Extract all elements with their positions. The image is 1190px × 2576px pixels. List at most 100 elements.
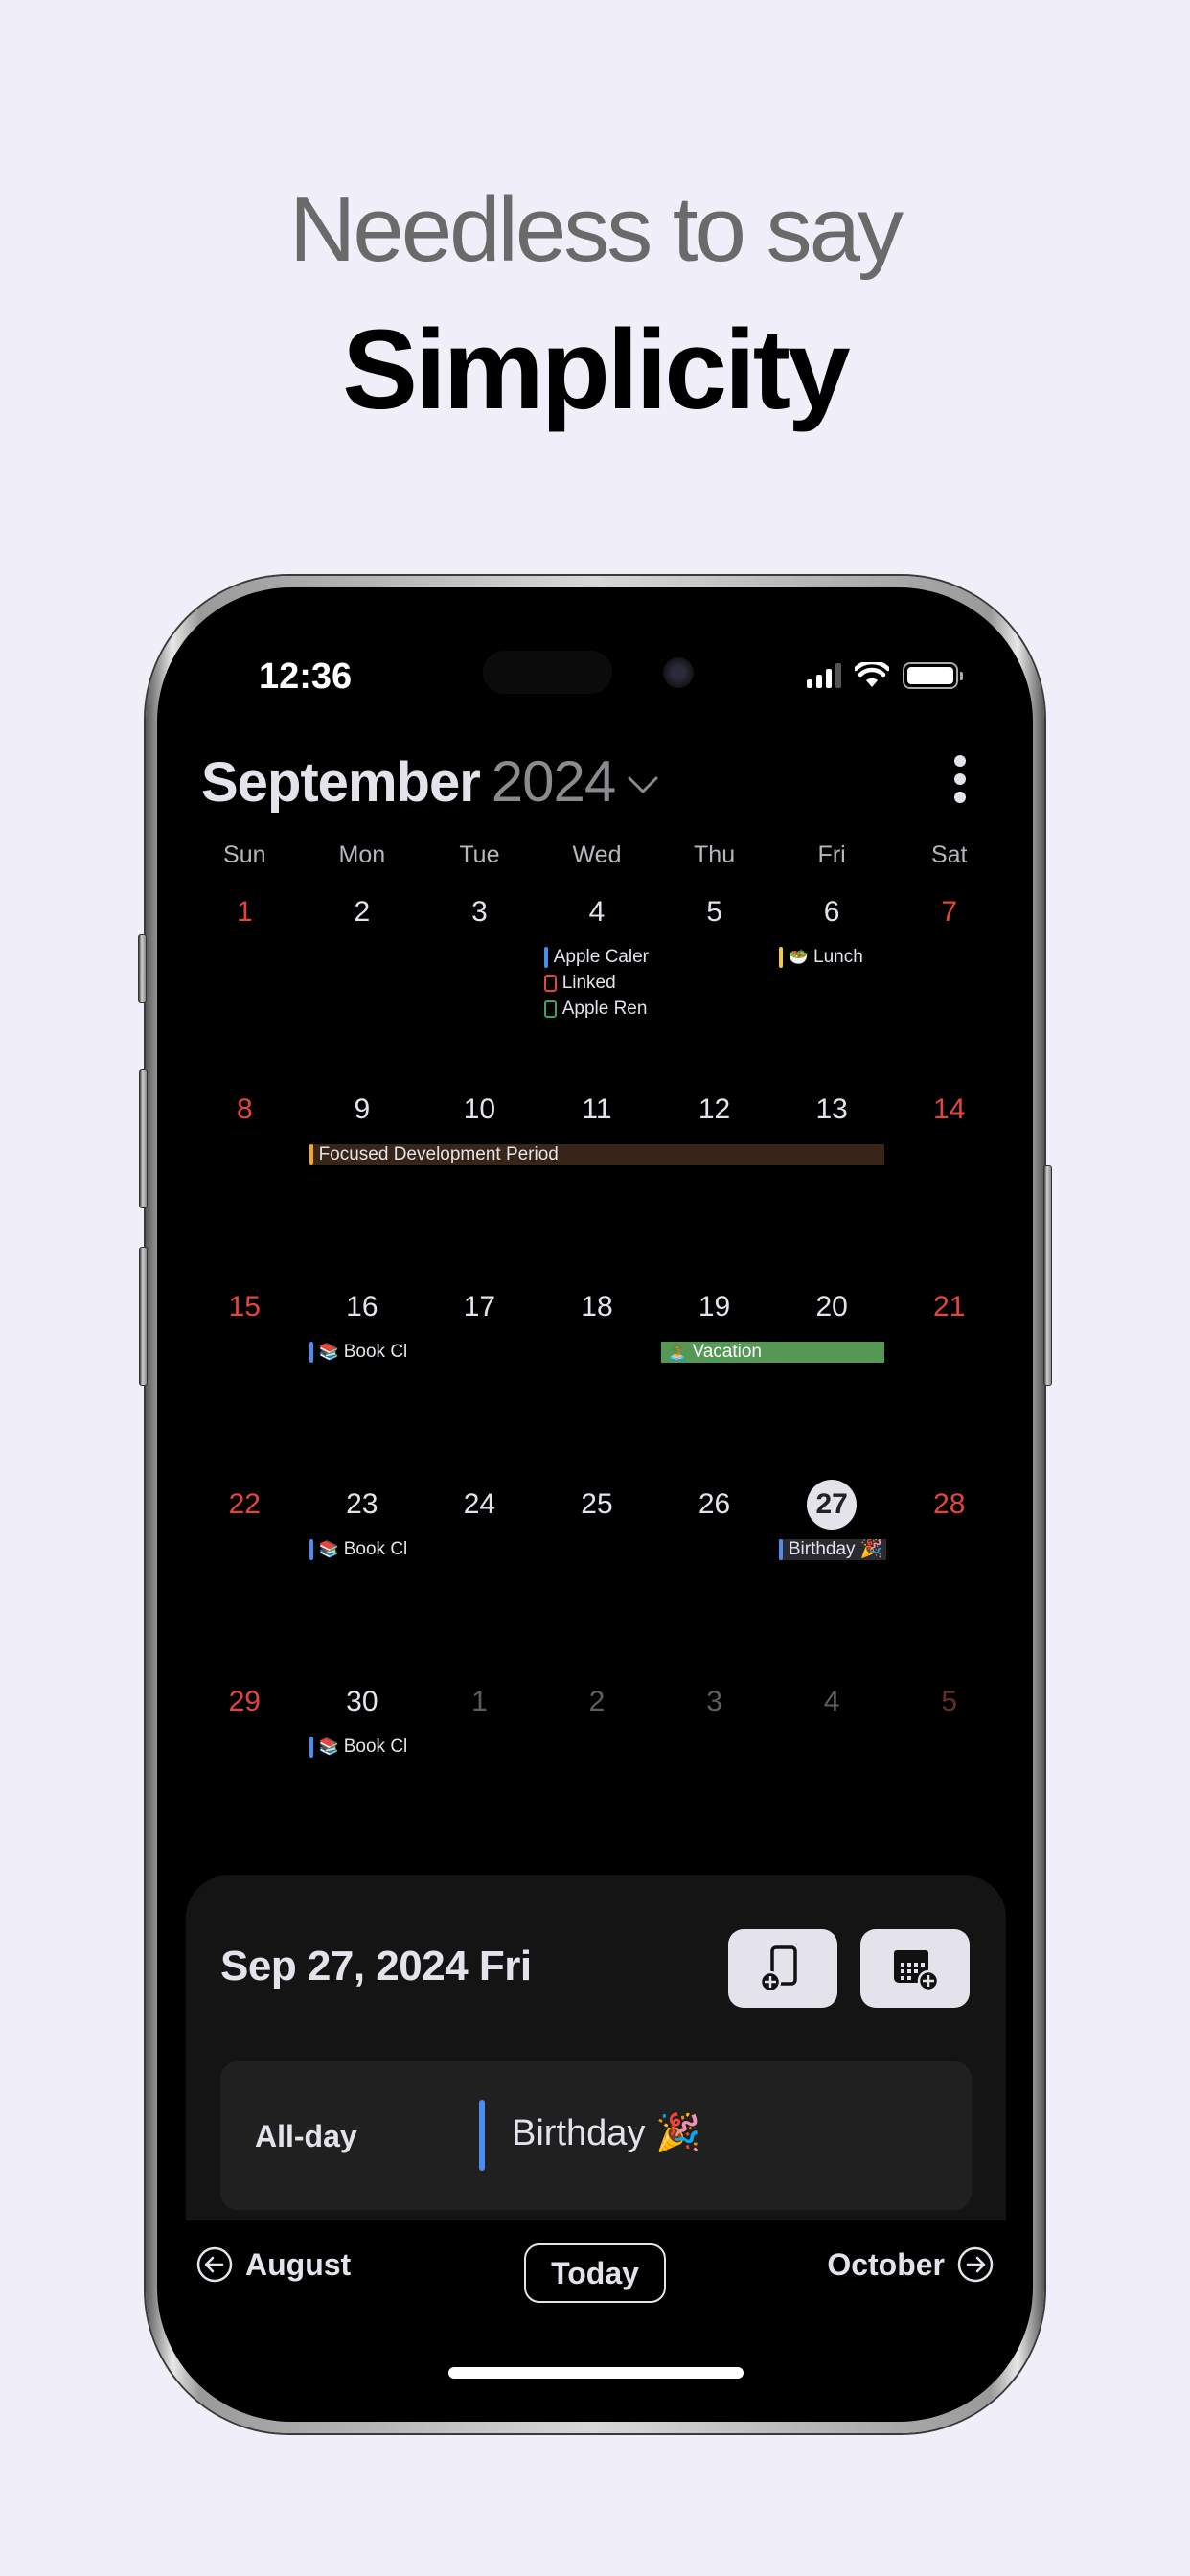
day-number: 24	[463, 1488, 496, 1520]
event-title: Apple Caler	[553, 947, 649, 967]
day-cell[interactable]: 6	[773, 889, 891, 935]
previous-month-button[interactable]: August	[195, 2245, 351, 2284]
add-reminder-button[interactable]	[728, 1929, 837, 2008]
month-title: September	[201, 751, 481, 814]
calendar-event[interactable]: Apple Caler	[543, 947, 652, 968]
day-cell[interactable]: 4	[538, 889, 656, 935]
calendar-event[interactable]: 📚 Book Cl	[309, 1342, 418, 1363]
day-number: 4	[588, 896, 606, 928]
day-number: 8	[236, 1093, 253, 1125]
day-number: 20	[815, 1291, 848, 1322]
day-cell[interactable]: 1	[421, 1679, 538, 1725]
calendar-event[interactable]: 📚 Book Cl	[309, 1736, 418, 1758]
home-indicator[interactable]	[448, 2367, 744, 2379]
event-color-bar	[543, 947, 548, 968]
day-cell[interactable]: 12	[655, 1087, 773, 1133]
day-cell[interactable]: 19	[655, 1284, 773, 1330]
calendar-event[interactable]: Apple Ren	[543, 999, 652, 1020]
day-cell-today[interactable]: 27	[773, 1480, 891, 1530]
day-cell[interactable]: 11	[538, 1087, 656, 1133]
day-number: 21	[933, 1291, 966, 1322]
day-number: 6	[823, 896, 840, 928]
day-cell[interactable]: 2	[304, 889, 422, 935]
day-cell[interactable]: 22	[186, 1482, 304, 1528]
day-number: 22	[228, 1488, 261, 1520]
day-cell[interactable]: 15	[186, 1284, 304, 1330]
event-emoji-icon: 🥗	[788, 948, 810, 966]
day-number: 26	[698, 1488, 731, 1520]
event-title: Vacation	[692, 1342, 762, 1362]
day-cell[interactable]: 8	[186, 1087, 304, 1133]
volume-up-button	[139, 1070, 148, 1208]
day-number: 23	[346, 1488, 378, 1520]
day-cell[interactable]: 28	[890, 1482, 1008, 1528]
event-title: Lunch	[813, 947, 863, 967]
event-title: Focused Development Period	[318, 1144, 559, 1164]
day-cell[interactable]: 10	[421, 1087, 538, 1133]
day-cell[interactable]: 13	[773, 1087, 891, 1133]
day-number: 1	[471, 1686, 488, 1717]
reminder-checkbox-icon[interactable]	[543, 1000, 557, 1018]
day-cell[interactable]: 9	[304, 1087, 422, 1133]
day-cell[interactable]: 1	[186, 889, 304, 935]
day-number: 28	[933, 1488, 966, 1520]
next-month-button[interactable]: October	[827, 2245, 995, 2284]
event-color-bar	[309, 1144, 313, 1165]
calendar-event[interactable]: Focused Development Period	[309, 1144, 885, 1165]
weekday-header: Sun Mon Tue Wed Thu Fri Sat	[186, 841, 1008, 869]
today-button[interactable]: Today	[524, 2243, 666, 2303]
day-number: 12	[698, 1093, 731, 1125]
calendar-event[interactable]: Birthday 🎉	[778, 1539, 887, 1560]
day-cell[interactable]: 16	[304, 1284, 422, 1330]
event-emoji-icon: 📚	[318, 1343, 339, 1361]
arrow-left-circle-icon	[196, 2246, 233, 2283]
day-number: 9	[354, 1093, 371, 1125]
next-month-label: October	[827, 2246, 945, 2282]
cellular-signal-icon	[807, 663, 841, 688]
weekday-label: Tue	[459, 841, 500, 868]
battery-icon	[903, 662, 963, 689]
day-cell[interactable]: 14	[890, 1087, 1008, 1133]
status-time: 12:36	[259, 656, 353, 697]
day-cell[interactable]: 20	[773, 1284, 891, 1330]
day-cell[interactable]: 21	[890, 1284, 1008, 1330]
calendar-event[interactable]: 🥗 Lunch	[778, 947, 887, 968]
more-menu-button[interactable]	[950, 755, 970, 803]
day-cell[interactable]: 3	[655, 1679, 773, 1725]
day-cell[interactable]: 2	[538, 1679, 656, 1725]
event-title: Book Cl	[343, 1539, 408, 1559]
day-cell[interactable]: 30	[304, 1679, 422, 1725]
day-number: 3	[706, 1686, 722, 1717]
week-row: 1 2 3 4 5 6 7 Apple Caler Linked Apple Ren 🥗 Lunch	[186, 889, 1008, 1087]
allday-event-card[interactable]: All-day Birthday 🎉	[220, 2061, 972, 2210]
calendar-event[interactable]: Linked	[543, 973, 652, 994]
weekday-label: Wed	[572, 841, 622, 868]
day-cell[interactable]: 3	[421, 889, 538, 935]
day-cell[interactable]: 25	[538, 1482, 656, 1528]
day-number: 10	[463, 1093, 496, 1125]
event-title: Linked	[561, 973, 616, 993]
day-cell[interactable]: 4	[773, 1679, 891, 1725]
event-color-bar	[309, 1736, 313, 1758]
calendar-event[interactable]: 📚 Book Cl	[309, 1539, 418, 1560]
day-cell[interactable]: 5	[890, 1679, 1008, 1725]
day-cell[interactable]: 5	[655, 889, 773, 935]
event-color-bar	[778, 947, 783, 968]
day-cell[interactable]: 26	[655, 1482, 773, 1528]
day-number: 27	[807, 1480, 858, 1530]
add-event-button[interactable]	[860, 1929, 970, 2008]
day-cell[interactable]: 17	[421, 1284, 538, 1330]
weekday-label: Sat	[930, 841, 968, 868]
day-number: 3	[471, 896, 488, 928]
reminder-checkbox-icon[interactable]	[543, 975, 557, 992]
month-year-picker[interactable]: September 2024	[201, 748, 659, 815]
day-cell[interactable]: 7	[890, 889, 1008, 935]
day-cell[interactable]: 18	[538, 1284, 656, 1330]
day-cell[interactable]: 24	[421, 1482, 538, 1528]
day-number: 30	[346, 1686, 378, 1717]
power-button	[1043, 1165, 1052, 1386]
day-cell[interactable]: 23	[304, 1482, 422, 1528]
day-cell[interactable]: 29	[186, 1679, 304, 1725]
day-number: 25	[581, 1488, 613, 1520]
calendar-event[interactable]: 🏝️ Vacation	[661, 1342, 885, 1363]
